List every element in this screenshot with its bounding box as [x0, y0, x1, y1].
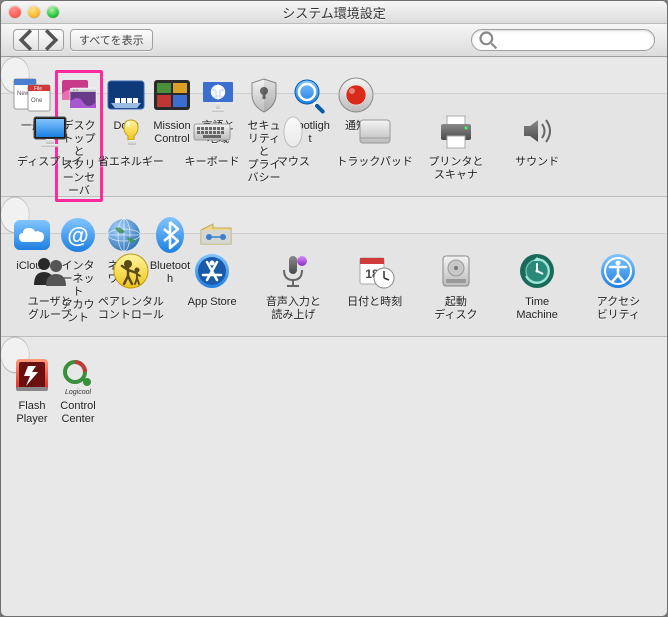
- pref-label: プリンタとスキャナ: [428, 156, 483, 182]
- pref-label: 起動ディスク: [434, 296, 477, 322]
- pref-label: TimeMachine: [516, 296, 558, 322]
- sound-icon: [516, 110, 558, 152]
- date-time-icon: [354, 250, 396, 292]
- pref-parental[interactable]: ペアレンタルコントロール: [90, 246, 171, 326]
- pref-energy[interactable]: 省エネルギー: [90, 106, 171, 186]
- flash-player-icon: [11, 354, 53, 396]
- printers-scanners-icon: [435, 110, 477, 152]
- pref-displays[interactable]: ディスプレイ: [9, 106, 90, 186]
- system-preferences-window: システム環境設定 すべてを表示 一般デスクトップとスクリーンセーバDockMis…: [0, 0, 668, 617]
- pref-appstore[interactable]: App Store: [172, 246, 253, 326]
- preference-section-2: iCloudインターネットアカウントネットワークBluetooth共有: [1, 197, 29, 233]
- pref-label: Flash Player: [11, 400, 53, 426]
- pref-mouse[interactable]: マウス: [253, 106, 334, 186]
- show-all-label: すべてを表示: [79, 32, 144, 48]
- pref-timemachine[interactable]: TimeMachine: [497, 246, 578, 326]
- pref-label: ディスプレイ: [17, 156, 82, 169]
- pref-label: アクセシビリティ: [597, 296, 640, 322]
- pref-logicool[interactable]: Control Center: [55, 350, 101, 430]
- displays-icon: [29, 110, 71, 152]
- pref-keyboard[interactable]: キーボード: [172, 106, 253, 186]
- pref-sound[interactable]: サウンド: [497, 106, 578, 186]
- pref-label: Control Center: [57, 400, 99, 426]
- chevron-right-icon: [39, 19, 63, 61]
- logicool-control-center-icon: [57, 354, 99, 396]
- pref-trackpad[interactable]: トラックパッド: [334, 106, 415, 186]
- pref-dictation[interactable]: 音声入力と読み上げ: [253, 246, 334, 326]
- nav-buttons: [13, 29, 64, 51]
- pref-label: 日付と時刻: [347, 296, 402, 309]
- chevron-left-icon: [14, 19, 38, 61]
- search-field[interactable]: [471, 29, 655, 51]
- pref-label: サウンド: [515, 156, 559, 169]
- pref-accessibility[interactable]: アクセシビリティ: [578, 246, 659, 326]
- pref-users[interactable]: ユーザとグループ: [9, 246, 90, 326]
- back-button[interactable]: [13, 29, 39, 51]
- pref-datetime[interactable]: 日付と時刻: [334, 246, 415, 326]
- show-all-button[interactable]: すべてを表示: [70, 29, 153, 51]
- pref-label: キーボード: [185, 156, 240, 169]
- preference-section-0: 一般デスクトップとスクリーンセーバDockMissionControl言語と地域…: [1, 57, 29, 93]
- pref-label: ペアレンタルコントロール: [98, 296, 164, 322]
- pref-label: マウス: [277, 156, 310, 169]
- pref-flash[interactable]: Flash Player: [9, 350, 55, 430]
- pref-printers[interactable]: プリンタとスキャナ: [415, 106, 496, 186]
- pref-startup[interactable]: 起動ディスク: [415, 246, 496, 326]
- keyboard-icon: [191, 110, 233, 152]
- trackpad-icon: [354, 110, 396, 152]
- pref-label: トラックパッド: [336, 156, 412, 169]
- accessibility-icon: [597, 250, 639, 292]
- forward-button[interactable]: [39, 29, 64, 51]
- pref-label: ユーザとグループ: [28, 296, 72, 322]
- preference-section-1: ディスプレイ 省エネルギー キーボード マウス トラックパッド プリンタとスキャナ サウンド: [1, 93, 667, 197]
- window-title: システム環境設定: [1, 3, 667, 22]
- energy-saver-icon: [110, 110, 152, 152]
- startup-disk-icon: [435, 250, 477, 292]
- pref-label: 音声入力と読み上げ: [266, 296, 321, 322]
- search-input[interactable]: [502, 33, 648, 47]
- preferences-grid: 一般デスクトップとスクリーンセーバDockMissionControl言語と地域…: [1, 57, 667, 616]
- time-machine-icon: [516, 250, 558, 292]
- pref-label: 省エネルギー: [98, 156, 164, 169]
- search-icon: [478, 19, 498, 61]
- pref-label: App Store: [188, 296, 237, 309]
- dictation-speech-icon: [272, 250, 314, 292]
- window-titlebar: システム環境設定: [1, 1, 667, 24]
- parental-controls-icon: [110, 250, 152, 292]
- users-groups-icon: [29, 250, 71, 292]
- preference-section-3: ユーザとグループペアレンタルコントロール App Store 音声入力と読み上げ 日付…: [1, 233, 667, 337]
- app-store-icon: [191, 250, 233, 292]
- mouse-icon: [272, 110, 314, 152]
- preference-section-4: Flash PlayerControl Center: [1, 337, 29, 373]
